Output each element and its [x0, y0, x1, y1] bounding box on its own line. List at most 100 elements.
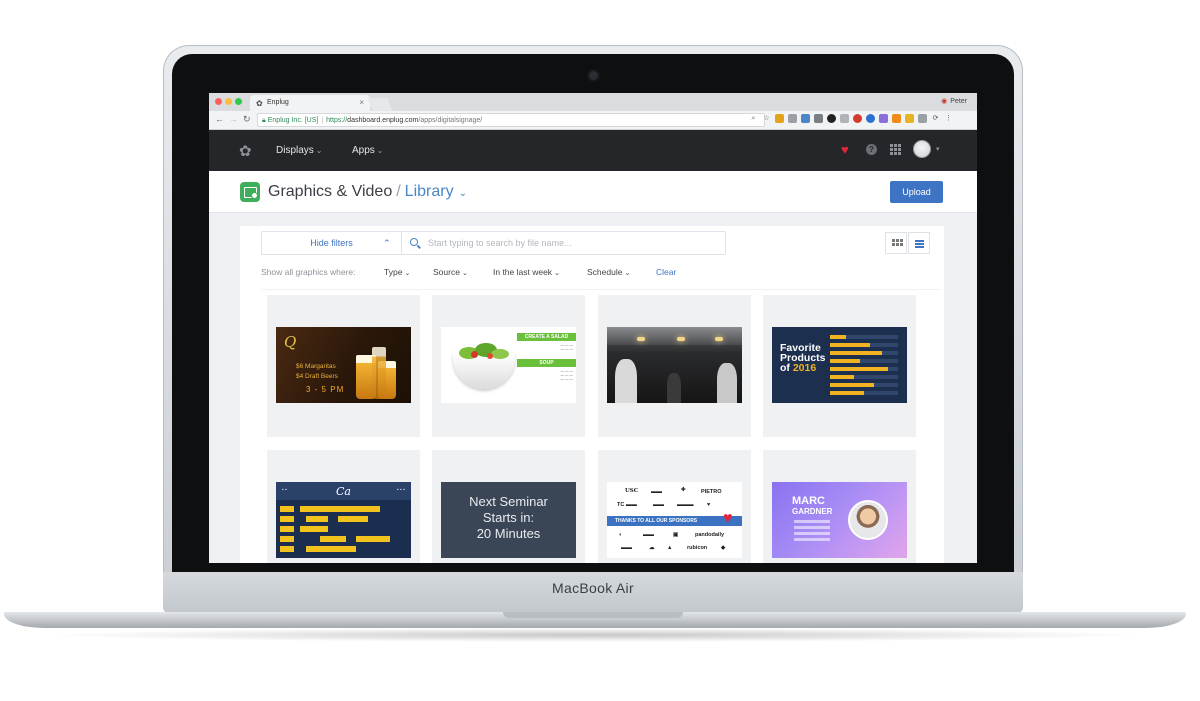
filter-date[interactable]: In the last week ⌄	[493, 267, 560, 277]
thumb-text: SOUP	[517, 359, 576, 367]
graphic-tile-favorite-products[interactable]: Favorite Products of 2016	[763, 295, 916, 437]
chef-figure	[717, 363, 737, 403]
extension-icon[interactable]: ⟳	[931, 114, 940, 123]
avatar[interactable]	[913, 140, 931, 158]
thumb-text: rubicon	[687, 545, 708, 551]
schedule-block	[280, 536, 294, 542]
sponsor-logo: ▣	[673, 532, 679, 538]
laptop-shadow	[40, 628, 1150, 642]
search-input[interactable]	[428, 235, 718, 251]
thumb-text: CREATE A SALAD	[517, 333, 576, 341]
nav-displays[interactable]: Displays ⌄	[276, 145, 323, 156]
thumb-text: Next Seminar	[469, 494, 548, 509]
extension-icon[interactable]	[866, 114, 875, 123]
chevron-down-icon[interactable]: ▾	[936, 145, 940, 153]
schedule-block	[300, 526, 328, 532]
url-separator: |	[321, 117, 324, 124]
extension-icon[interactable]	[879, 114, 888, 123]
page-title-text: Graphics & Video	[268, 183, 393, 200]
filter-source[interactable]: Source ⌄	[433, 267, 468, 277]
heart-icon[interactable]: ♥	[841, 142, 849, 157]
extension-icon[interactable]	[853, 114, 862, 123]
sponsor-logo: ▬▬	[643, 532, 654, 538]
filter-date-label: In the last week	[493, 267, 553, 277]
breadcrumb-library[interactable]: Library	[405, 183, 454, 200]
thumb-text: of	[780, 362, 793, 374]
graphic-tile-next-seminar[interactable]: Next Seminar Starts in: 20 Minutes	[432, 450, 585, 563]
thumb-header-right: ▪ ▪ ▪	[396, 487, 405, 493]
script-logo: Q	[284, 333, 297, 351]
extension-icon[interactable]	[788, 114, 797, 123]
menu-kebab-icon[interactable]: ⋮	[944, 114, 953, 123]
tomato-icon	[471, 351, 478, 358]
app-grid-icon[interactable]	[890, 144, 901, 155]
thumb-text: GARDNER	[792, 507, 833, 516]
forward-icon[interactable]: →	[229, 114, 238, 124]
thumbnail-salad: CREATE A SALAD — — — — — — SOUP — — — — — …	[441, 327, 576, 403]
extension-icon[interactable]	[840, 114, 849, 123]
thumb-text-block: Next Seminar Starts in: 20 Minutes	[441, 494, 576, 542]
sponsor-logo: ▬▬▬	[677, 502, 694, 508]
graphic-tile-schedule[interactable]: ▪ ▪ Ca ▪ ▪ ▪	[267, 450, 420, 563]
chevron-down-icon: ⌄	[461, 270, 468, 277]
chevron-up-icon[interactable]: ⌃	[383, 238, 391, 249]
hide-filters-button[interactable]: Hide filters	[262, 232, 402, 254]
list-view-button[interactable]	[908, 232, 930, 254]
nav-apps[interactable]: Apps ⌄	[352, 145, 384, 156]
extension-icon[interactable]	[892, 114, 901, 123]
minimize-window-icon[interactable]	[225, 98, 232, 105]
upload-button[interactable]: Upload	[890, 181, 943, 203]
thumbnail-favorite-products: Favorite Products of 2016	[772, 327, 907, 403]
url-field[interactable]: 🔒︎ Enplug Inc. [US] | https://dashboard.enp…	[257, 113, 765, 127]
graphic-tile-salad[interactable]: CREATE A SALAD — — — — — — SOUP — — — — — …	[432, 295, 585, 437]
filter-source-label: Source	[433, 267, 460, 277]
extension-icon[interactable]	[918, 114, 927, 123]
sponsor-logo: ✚	[681, 487, 686, 493]
schedule-block	[338, 516, 368, 522]
chevron-down-icon[interactable]: ⌄	[459, 188, 467, 199]
reload-icon[interactable]: ↻	[243, 114, 251, 125]
graphic-tile-kitchen[interactable]	[598, 295, 751, 437]
clear-filters-link[interactable]: Clear	[656, 267, 676, 277]
zoom-icon[interactable]: ⌕	[749, 114, 758, 123]
search-icon	[410, 238, 418, 246]
star-icon[interactable]: ☆	[762, 114, 771, 123]
extension-icon[interactable]	[775, 114, 784, 123]
thumb-text: USC	[625, 488, 639, 494]
bar-fill	[830, 391, 864, 395]
sponsor-logo: TC ▬▬	[617, 502, 637, 508]
browser-tab[interactable]: ✿ Enplug ×	[250, 95, 370, 111]
help-icon[interactable]: ?	[866, 144, 877, 155]
enplug-logo-icon[interactable]: ✿	[239, 142, 252, 160]
profile-chip[interactable]: ◉ Peter	[941, 97, 967, 105]
maximize-window-icon[interactable]	[235, 98, 242, 105]
grid-view-button[interactable]	[885, 232, 907, 254]
graphic-tile-happy-hour[interactable]: Q $6 Margaritas $4 Draft Beers 3 - 5 PM	[267, 295, 420, 437]
new-tab-button[interactable]	[367, 98, 393, 111]
laptop-notch	[503, 612, 683, 618]
leaf-icon	[491, 349, 509, 359]
extension-icons: ⌕ ☆ ⟳ ⋮	[749, 114, 953, 126]
back-icon[interactable]: ←	[215, 114, 224, 124]
extension-icon[interactable]	[905, 114, 914, 123]
profile-name: Peter	[950, 98, 967, 105]
url-host: dashboard.enplug.com	[347, 117, 419, 124]
filter-type[interactable]: Type ⌄	[384, 267, 410, 277]
hide-filters-label: Hide filters	[310, 238, 353, 248]
extension-icon[interactable]	[827, 114, 836, 123]
extension-icon[interactable]	[814, 114, 823, 123]
thumb-text: 20 Minutes	[476, 526, 541, 541]
thumb-text: PIETRO	[701, 489, 722, 495]
filter-schedule[interactable]: Schedule ⌄	[587, 267, 630, 277]
close-tab-icon[interactable]: ×	[359, 98, 364, 107]
thumbnail-next-seminar: Next Seminar Starts in: 20 Minutes	[441, 482, 576, 558]
extension-icon[interactable]	[801, 114, 810, 123]
graphic-tile-sponsors[interactable]: USC ▬▬ ✚ PIETRO TC ▬▬ ▬▬ ▬▬▬ ♥ THANKS TO…	[598, 450, 751, 563]
signature-logo: Ca	[336, 485, 351, 498]
schedule-block	[356, 536, 390, 542]
chevron-down-icon: ⌄	[624, 270, 631, 277]
close-window-icon[interactable]	[215, 98, 222, 105]
thumb-text: Starts in:	[482, 510, 535, 525]
graphic-tile-employee[interactable]: MARC GARDNER	[763, 450, 916, 563]
margarita-glass-icon	[372, 347, 386, 399]
